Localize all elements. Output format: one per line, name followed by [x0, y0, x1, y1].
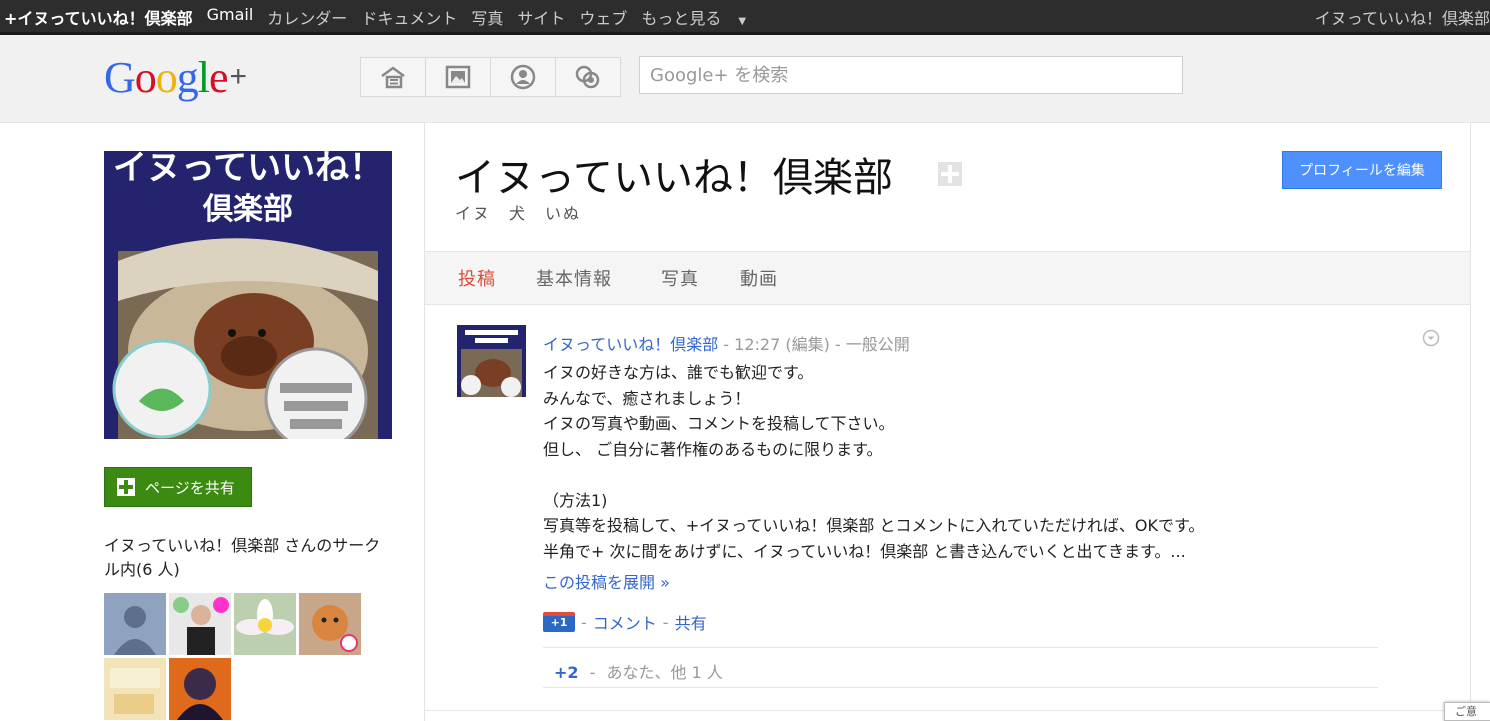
circle-member-avatar[interactable]: [169, 593, 231, 655]
page-tagline: イヌ 犬 いぬ: [455, 204, 582, 223]
plus-one-button[interactable]: +1: [543, 612, 575, 632]
post-time-meta[interactable]: - 12:27 (編集) - 一般公開: [718, 335, 910, 354]
profile-tabs: 投稿 基本情報 写真 動画: [425, 251, 1470, 305]
post-body-text: イヌの好きな方は、誰でも歓迎です。 みんなで、癒されましょう！ イヌの写真や動画…: [543, 363, 1205, 561]
nav-sites-link[interactable]: サイト: [517, 5, 565, 29]
top-navigation-bar: +イヌっていいね！倶楽部 Gmail カレンダー ドキュメント 写真 サイト ウ…: [0, 0, 1490, 35]
circle-member-avatar[interactable]: [299, 593, 361, 655]
profile-photo-text-line1: イヌっていいね！: [113, 151, 383, 188]
nav-more-label: もっと見る: [641, 9, 722, 28]
post-header: イヌっていいね！倶楽部 - 12:27 (編集) - 一般公開: [543, 331, 910, 355]
edit-profile-button[interactable]: プロフィールを編集: [1282, 151, 1442, 189]
plus-row-separator: -: [589, 663, 596, 682]
tab-videos[interactable]: 動画: [740, 265, 778, 291]
nav-photos-link[interactable]: 写真: [471, 5, 503, 29]
expand-post-link[interactable]: この投稿を展開 »: [543, 569, 670, 593]
plus-ones-row: +2 - あなた、他 1 人: [554, 659, 723, 683]
nav-gmail-link[interactable]: Gmail: [207, 5, 254, 29]
nav-documents-link[interactable]: ドキュメント: [361, 5, 457, 29]
share-link[interactable]: 共有: [675, 610, 707, 634]
page-title: イヌっていいね！倶楽部: [455, 155, 893, 201]
circle-member-avatar[interactable]: [169, 658, 231, 720]
post-menu-chevron-icon[interactable]: [1422, 329, 1440, 347]
share-page-label: ページを共有: [145, 478, 235, 497]
divider: [543, 647, 1378, 648]
nav-more-menu[interactable]: もっと見る ▼: [641, 5, 760, 29]
comment-link[interactable]: コメント: [593, 610, 657, 634]
photos-button[interactable]: [426, 58, 491, 96]
profile-photo-text-line2: 倶楽部: [202, 192, 293, 227]
top-nav-links: +イヌっていいね！倶楽部 Gmail カレンダー ドキュメント 写真 サイト ウ…: [4, 5, 774, 29]
circles-icon: [575, 65, 600, 89]
divider: [543, 687, 1378, 688]
profile-icon: [510, 64, 536, 90]
post-actions: +1 - コメント - 共有: [543, 610, 707, 634]
action-separator: -: [662, 612, 669, 632]
divider: [425, 710, 1470, 711]
profile-photo[interactable]: イヌっていいね！ 倶楽部: [104, 151, 392, 439]
feedback-button[interactable]: ご意: [1444, 702, 1490, 721]
left-column-divider: [424, 122, 425, 721]
tab-posts[interactable]: 投稿: [458, 265, 496, 291]
tab-photos[interactable]: 写真: [661, 265, 699, 291]
circle-member-avatar[interactable]: [234, 593, 296, 655]
post-author-link[interactable]: イヌっていいね！倶楽部: [543, 335, 718, 354]
stream-icon-bar: [360, 57, 621, 97]
tab-about[interactable]: 基本情報: [536, 265, 612, 291]
account-name[interactable]: イヌっていいね！倶楽部: [1315, 5, 1490, 29]
circles-button[interactable]: [556, 58, 620, 96]
nav-web-link[interactable]: ウェブ: [579, 5, 627, 29]
chevron-down-icon: ▼: [738, 16, 747, 27]
google-plus-page-icon: [938, 162, 962, 186]
nav-profile-link[interactable]: +イヌっていいね！倶楽部: [4, 5, 193, 29]
share-plus-icon: [117, 478, 135, 496]
right-column-divider: [1470, 122, 1471, 721]
search-input[interactable]: [639, 56, 1183, 94]
photo-icon: [445, 65, 471, 89]
circles-count-text: イヌっていいね！倶楽部 さんのサークル内(6 人): [104, 536, 381, 579]
action-separator: -: [581, 612, 587, 632]
home-icon: [381, 66, 405, 89]
profile-button[interactable]: [491, 58, 556, 96]
plus-one-people[interactable]: あなた、他 1 人: [607, 663, 723, 682]
google-plus-logo[interactable]: Google+: [104, 53, 247, 102]
circle-member-avatar[interactable]: [104, 658, 166, 720]
share-page-button[interactable]: ページを共有: [104, 467, 252, 507]
circle-member-avatar[interactable]: [104, 593, 166, 655]
header-bar: Google+: [0, 35, 1490, 123]
post-author-avatar[interactable]: [457, 325, 526, 397]
plus-one-count[interactable]: +2: [554, 663, 579, 682]
nav-calendar-link[interactable]: カレンダー: [267, 5, 347, 29]
home-button[interactable]: [361, 58, 426, 96]
